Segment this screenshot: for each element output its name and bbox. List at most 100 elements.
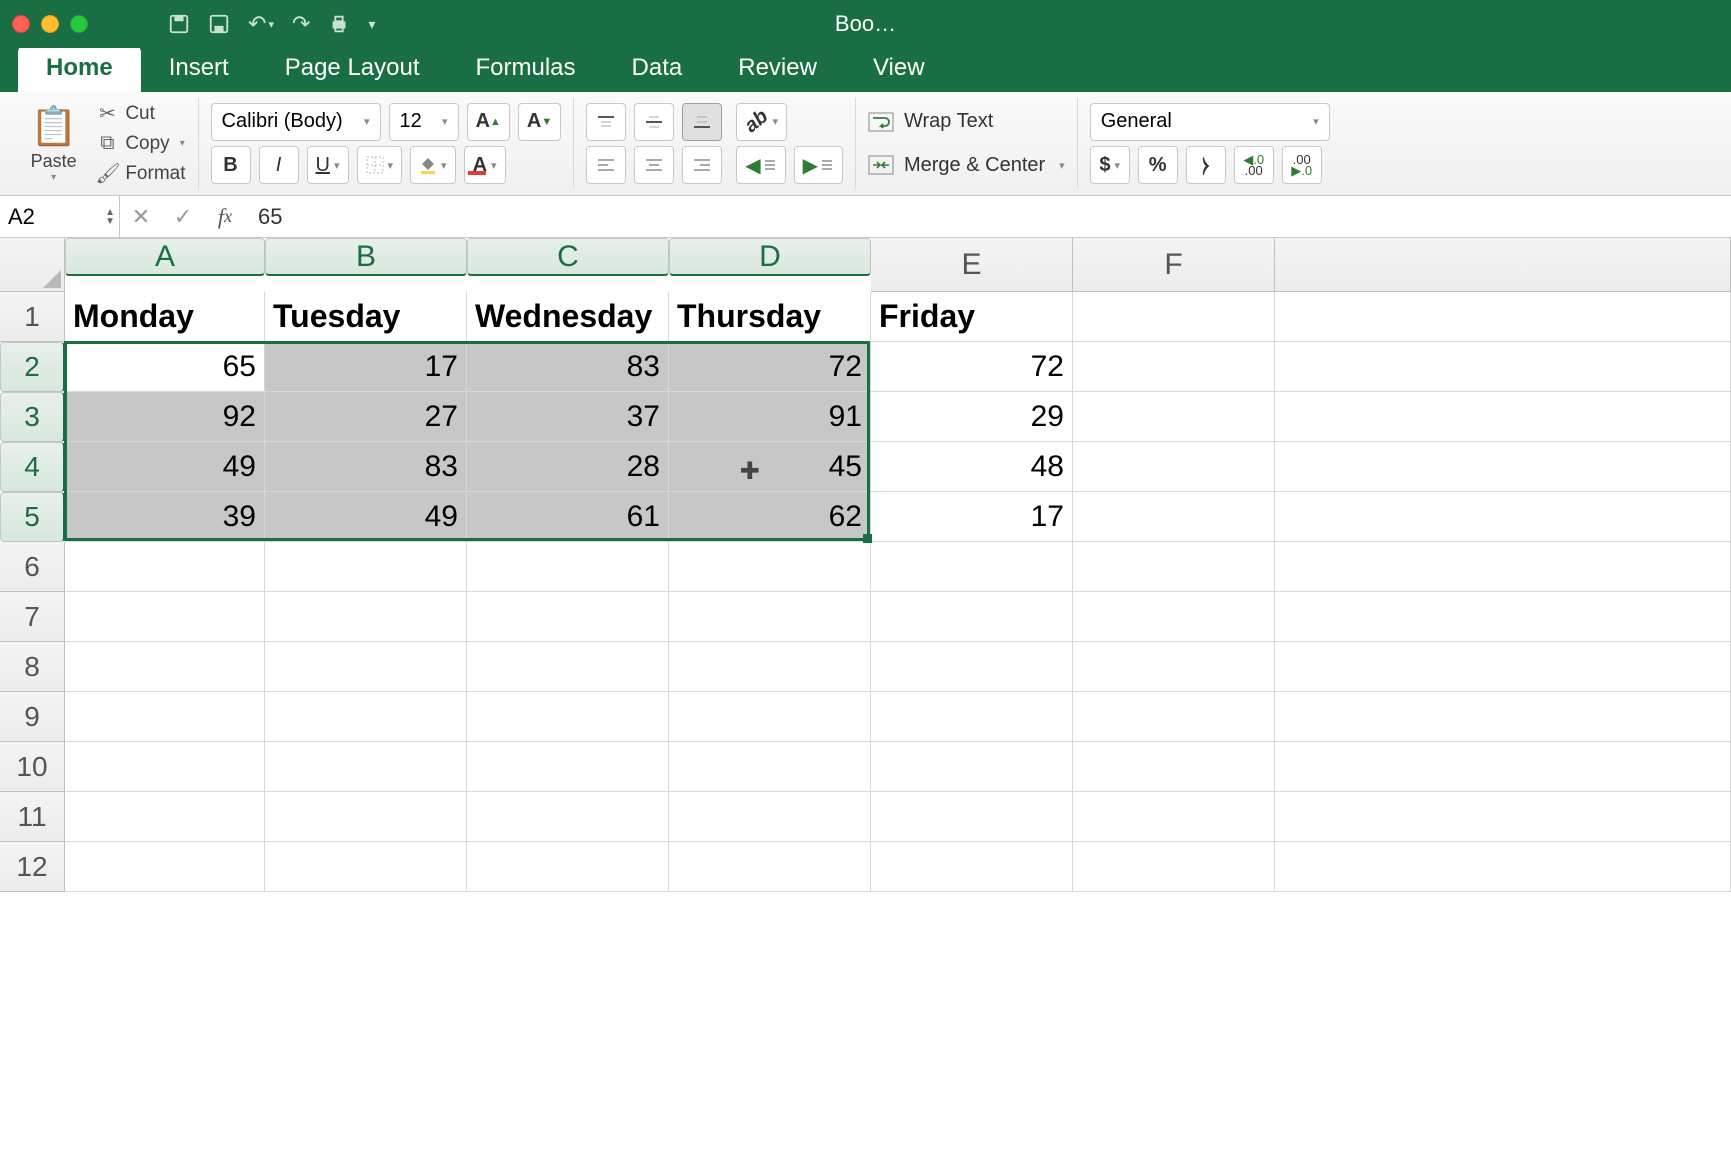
tab-formulas[interactable]: Formulas bbox=[448, 46, 604, 92]
tab-insert[interactable]: Insert bbox=[141, 46, 257, 92]
cell-F10[interactable] bbox=[1073, 742, 1275, 792]
row-header-5[interactable]: 5 bbox=[0, 492, 65, 542]
cell-D10[interactable] bbox=[669, 742, 871, 792]
cell-C7[interactable] bbox=[467, 592, 669, 642]
cell-B10[interactable] bbox=[265, 742, 467, 792]
save-icon[interactable] bbox=[168, 13, 190, 35]
number-format-select[interactable]: General▾ bbox=[1090, 103, 1330, 141]
cell-blank-10[interactable] bbox=[1275, 742, 1731, 792]
font-color-button[interactable]: A▾ bbox=[464, 146, 506, 184]
cell-D7[interactable] bbox=[669, 592, 871, 642]
align-middle-button[interactable] bbox=[634, 103, 674, 141]
borders-button[interactable]: ▾ bbox=[357, 146, 403, 184]
font-name-select[interactable]: Calibri (Body)▾ bbox=[211, 103, 381, 141]
cell-B6[interactable] bbox=[265, 542, 467, 592]
cell-E2[interactable]: 72 bbox=[871, 342, 1073, 392]
tab-home[interactable]: Home bbox=[18, 46, 141, 92]
column-header-A[interactable]: A bbox=[65, 238, 265, 276]
row-header-6[interactable]: 6 bbox=[0, 542, 65, 592]
format-painter-button[interactable]: 🖌Format bbox=[95, 161, 185, 186]
cell-F3[interactable] bbox=[1073, 392, 1275, 442]
cell-A11[interactable] bbox=[65, 792, 265, 842]
cut-button[interactable]: ✂Cut bbox=[95, 101, 185, 126]
column-header-C[interactable]: C bbox=[467, 238, 669, 276]
cancel-formula-button[interactable]: ✕ bbox=[120, 196, 162, 237]
cell-blank-6[interactable] bbox=[1275, 542, 1731, 592]
close-window-button[interactable] bbox=[12, 15, 30, 33]
row-header-2[interactable]: 2 bbox=[0, 342, 65, 392]
cell-A3[interactable]: 92 bbox=[65, 392, 265, 442]
cell-E3[interactable]: 29 bbox=[871, 392, 1073, 442]
cell-C2[interactable]: 83 bbox=[467, 342, 669, 392]
cell-E1[interactable]: Friday bbox=[871, 292, 1073, 342]
cell-C4[interactable]: 28 bbox=[467, 442, 669, 492]
column-header-E[interactable]: E bbox=[871, 238, 1073, 292]
row-header-7[interactable]: 7 bbox=[0, 592, 65, 642]
cell-F4[interactable] bbox=[1073, 442, 1275, 492]
cell-E9[interactable] bbox=[871, 692, 1073, 742]
decrease-decimal-button[interactable]: .00▶.0 bbox=[1282, 146, 1322, 184]
print-icon[interactable] bbox=[328, 13, 350, 35]
cell-F7[interactable] bbox=[1073, 592, 1275, 642]
cell-B8[interactable] bbox=[265, 642, 467, 692]
cell-B3[interactable]: 27 bbox=[265, 392, 467, 442]
align-right-button[interactable] bbox=[682, 146, 722, 184]
tab-page-layout[interactable]: Page Layout bbox=[257, 46, 448, 92]
cell-C12[interactable] bbox=[467, 842, 669, 892]
tab-review[interactable]: Review bbox=[710, 46, 845, 92]
cell-D4[interactable]: 45 bbox=[669, 442, 871, 492]
cell-F5[interactable] bbox=[1073, 492, 1275, 542]
cell-blank-12[interactable] bbox=[1275, 842, 1731, 892]
row-header-1[interactable]: 1 bbox=[0, 292, 65, 342]
percent-button[interactable]: % bbox=[1138, 146, 1178, 184]
column-header-blank[interactable] bbox=[1275, 238, 1731, 292]
cell-F12[interactable] bbox=[1073, 842, 1275, 892]
cell-E5[interactable]: 17 bbox=[871, 492, 1073, 542]
formula-input[interactable]: 65 bbox=[246, 204, 1731, 230]
cell-C5[interactable]: 61 bbox=[467, 492, 669, 542]
cell-E4[interactable]: 48 bbox=[871, 442, 1073, 492]
row-header-12[interactable]: 12 bbox=[0, 842, 65, 892]
row-header-11[interactable]: 11 bbox=[0, 792, 65, 842]
wrap-text-button[interactable]: Wrap Text bbox=[868, 110, 1065, 133]
cell-D12[interactable] bbox=[669, 842, 871, 892]
cell-D2[interactable]: 72 bbox=[669, 342, 871, 392]
bold-button[interactable]: B bbox=[211, 146, 251, 184]
font-size-select[interactable]: 12▾ bbox=[389, 103, 459, 141]
maximize-window-button[interactable] bbox=[70, 15, 88, 33]
cell-D6[interactable] bbox=[669, 542, 871, 592]
cell-E8[interactable] bbox=[871, 642, 1073, 692]
italic-button[interactable]: I bbox=[259, 146, 299, 184]
underline-button[interactable]: U▾ bbox=[307, 146, 349, 184]
cell-blank-8[interactable] bbox=[1275, 642, 1731, 692]
decrease-indent-button[interactable]: ◀ bbox=[736, 146, 785, 184]
cell-A9[interactable] bbox=[65, 692, 265, 742]
cell-blank-5[interactable] bbox=[1275, 492, 1731, 542]
column-header-B[interactable]: B bbox=[265, 238, 467, 276]
cell-blank-2[interactable] bbox=[1275, 342, 1731, 392]
accept-formula-button[interactable]: ✓ bbox=[162, 196, 204, 237]
align-top-button[interactable] bbox=[586, 103, 626, 141]
cell-B5[interactable]: 49 bbox=[265, 492, 467, 542]
align-left-button[interactable] bbox=[586, 146, 626, 184]
row-header-8[interactable]: 8 bbox=[0, 642, 65, 692]
cell-E7[interactable] bbox=[871, 592, 1073, 642]
redo-button[interactable]: ↷ bbox=[292, 11, 310, 37]
cell-D11[interactable] bbox=[669, 792, 871, 842]
cell-D3[interactable]: 91 bbox=[669, 392, 871, 442]
cell-C11[interactable] bbox=[467, 792, 669, 842]
cell-C1[interactable]: Wednesday bbox=[467, 292, 669, 342]
cell-B4[interactable]: 83 bbox=[265, 442, 467, 492]
cell-D9[interactable] bbox=[669, 692, 871, 742]
merge-center-button[interactable]: Merge & Center▾ bbox=[868, 154, 1065, 177]
row-header-10[interactable]: 10 bbox=[0, 742, 65, 792]
cell-E10[interactable] bbox=[871, 742, 1073, 792]
column-header-D[interactable]: D bbox=[669, 238, 871, 276]
tab-data[interactable]: Data bbox=[604, 46, 711, 92]
column-header-F[interactable]: F bbox=[1073, 238, 1275, 292]
cell-A6[interactable] bbox=[65, 542, 265, 592]
comma-style-button[interactable]: ⧽ bbox=[1186, 146, 1226, 184]
cell-C3[interactable]: 37 bbox=[467, 392, 669, 442]
copy-button[interactable]: ⧉Copy▾ bbox=[95, 132, 185, 155]
cell-C6[interactable] bbox=[467, 542, 669, 592]
